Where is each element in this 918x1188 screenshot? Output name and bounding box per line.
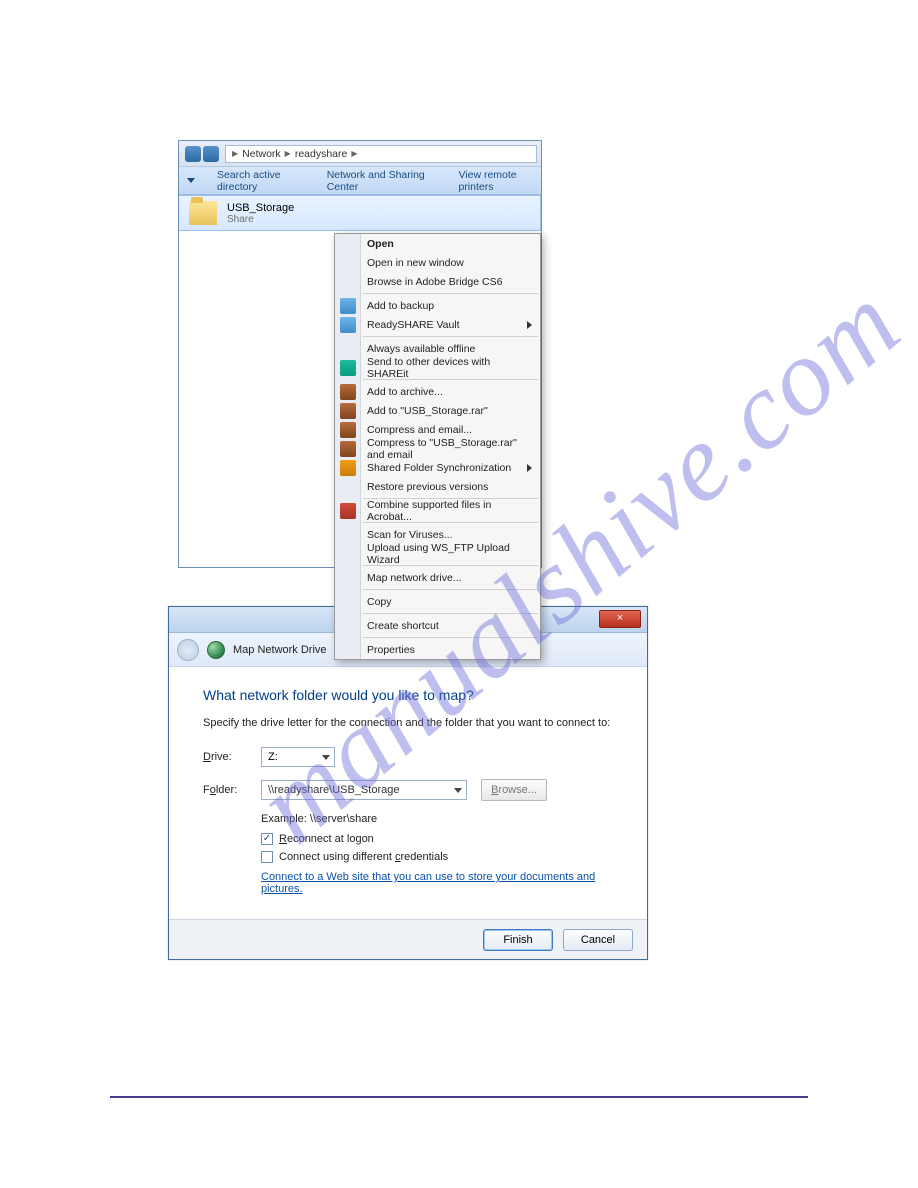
nav-buttons xyxy=(185,146,219,162)
close-button[interactable]: × xyxy=(599,610,641,628)
chevron-right-icon: ▶ xyxy=(285,149,291,158)
breadcrumb-readyshare[interactable]: readyshare xyxy=(295,148,348,160)
dialog-footer: Finish Cancel xyxy=(169,919,647,959)
back-button[interactable] xyxy=(185,146,201,162)
ctx-restore-previous[interactable]: Restore previous versions xyxy=(335,477,540,496)
ctx-browse-bridge[interactable]: Browse in Adobe Bridge CS6 xyxy=(335,272,540,291)
drive-select[interactable]: Z: xyxy=(261,747,335,767)
chevron-right-icon: ▶ xyxy=(232,149,238,158)
archive-icon xyxy=(340,441,356,457)
checkbox-checked-icon[interactable]: ✓ xyxy=(261,833,273,845)
dialog-heading: What network folder would you like to ma… xyxy=(203,687,621,703)
connect-website-link[interactable]: Connect to a Web site that you can use t… xyxy=(261,871,595,895)
reconnect-label: Reconnect at logon xyxy=(279,833,374,845)
ctx-create-shortcut[interactable]: Create shortcut xyxy=(335,616,540,635)
vault-icon xyxy=(340,317,356,333)
backup-icon xyxy=(340,298,356,314)
ctx-open[interactable]: Open xyxy=(335,234,540,253)
dialog-title: Map Network Drive xyxy=(233,644,327,656)
archive-icon xyxy=(340,403,356,419)
dropdown-icon[interactable] xyxy=(187,178,195,183)
acrobat-icon xyxy=(340,503,356,519)
ctx-compress-to-email[interactable]: Compress to "USB_Storage.rar" and email xyxy=(335,439,540,458)
cancel-button[interactable]: Cancel xyxy=(563,929,633,951)
ctx-add-backup[interactable]: Add to backup xyxy=(335,296,540,315)
dropdown-icon xyxy=(454,788,462,793)
folder-item-usb-storage[interactable]: USB_Storage Share xyxy=(179,195,541,231)
shareit-icon xyxy=(340,360,356,376)
finish-button[interactable]: Finish xyxy=(483,929,553,951)
ctx-upload-wsftp[interactable]: Upload using WS_FTP Upload Wizard xyxy=(335,544,540,563)
submenu-arrow-icon xyxy=(527,464,532,472)
ctx-combine-acrobat[interactable]: Combine supported files in Acrobat... xyxy=(335,501,540,520)
checkbox-unchecked-icon[interactable] xyxy=(261,851,273,863)
explorer-toolbar: Search active directory Network and Shar… xyxy=(179,167,541,195)
reconnect-checkbox-row[interactable]: ✓ Reconnect at logon xyxy=(261,833,621,845)
ctx-shared-folder-sync[interactable]: Shared Folder Synchronization xyxy=(335,458,540,477)
back-icon[interactable] xyxy=(177,639,199,661)
drive-label: Drive: xyxy=(203,751,255,763)
breadcrumb[interactable]: ▶ Network ▶ readyshare ▶ xyxy=(225,145,537,163)
ctx-readyshare-vault[interactable]: ReadySHARE Vault xyxy=(335,315,540,334)
folder-name: USB_Storage xyxy=(227,202,294,214)
context-menu: Open Open in new window Browse in Adobe … xyxy=(334,233,541,660)
ctx-add-archive[interactable]: Add to archive... xyxy=(335,382,540,401)
explorer-content[interactable]: USB_Storage Share Open Open in new windo… xyxy=(179,195,541,567)
explorer-titlebar: ▶ Network ▶ readyshare ▶ xyxy=(179,141,541,167)
submenu-arrow-icon xyxy=(527,321,532,329)
explorer-window: ▶ Network ▶ readyshare ▶ Search active d… xyxy=(178,140,542,568)
archive-icon xyxy=(340,384,356,400)
ctx-add-to-rar[interactable]: Add to "USB_Storage.rar" xyxy=(335,401,540,420)
different-creds-label: Connect using different credentials xyxy=(279,851,448,863)
chevron-right-icon: ▶ xyxy=(351,149,357,158)
toolbar-remote-printers[interactable]: View remote printers xyxy=(458,169,541,193)
archive-icon xyxy=(340,422,356,438)
ctx-copy[interactable]: Copy xyxy=(335,592,540,611)
ctx-open-new-window[interactable]: Open in new window xyxy=(335,253,540,272)
toolbar-network-center[interactable]: Network and Sharing Center xyxy=(327,169,441,193)
example-text: Example: \\server\share xyxy=(261,813,621,825)
folder-icon xyxy=(189,201,217,225)
ctx-properties[interactable]: Properties xyxy=(335,640,540,659)
ctx-map-network-drive[interactable]: Map network drive... xyxy=(335,568,540,587)
page-divider xyxy=(110,1096,808,1098)
folder-input[interactable]: \\readyshare\USB_Storage xyxy=(261,780,467,800)
network-drive-icon xyxy=(207,641,225,659)
different-creds-checkbox-row[interactable]: Connect using different credentials xyxy=(261,851,621,863)
folder-value: \\readyshare\USB_Storage xyxy=(268,784,399,796)
folder-label: Folder: xyxy=(203,784,255,796)
forward-button[interactable] xyxy=(203,146,219,162)
dropdown-icon xyxy=(322,755,330,760)
drive-value: Z: xyxy=(268,751,278,763)
sync-icon xyxy=(340,460,356,476)
breadcrumb-network[interactable]: Network xyxy=(242,148,281,160)
folder-subtitle: Share xyxy=(227,214,294,225)
ctx-send-shareit[interactable]: Send to other devices with SHAREit xyxy=(335,358,540,377)
toolbar-search-directory[interactable]: Search active directory xyxy=(217,169,309,193)
dialog-instruction: Specify the drive letter for the connect… xyxy=(203,717,621,729)
browse-button[interactable]: Browse... xyxy=(481,779,547,801)
